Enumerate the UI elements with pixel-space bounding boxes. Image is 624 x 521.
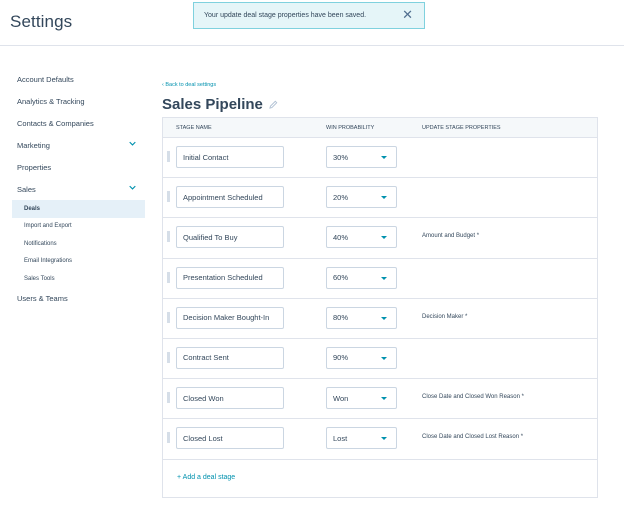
sidebar-item-properties[interactable]: Properties	[0, 156, 148, 178]
table-row: Initial Contact 30%	[163, 138, 597, 179]
sidebar-item-label: Sales	[17, 184, 36, 194]
sidebar-item-sales-tools[interactable]: Sales Tools	[0, 270, 148, 288]
header-divider	[0, 45, 624, 46]
caret-down-icon	[381, 236, 387, 240]
select-value: 30%	[333, 152, 349, 162]
sidebar-item-account-defaults[interactable]: Account Defaults	[0, 68, 148, 90]
column-header-update-properties: UPDATE STAGE PROPERTIES	[422, 125, 501, 131]
add-deal-stage-button[interactable]: + Add a deal stage	[177, 474, 235, 481]
caret-down-icon	[381, 156, 387, 159]
sidebar-item-users-teams[interactable]: Users & Teams	[0, 288, 148, 310]
select-value: Won	[333, 393, 349, 403]
drag-handle-icon[interactable]	[167, 432, 170, 444]
sidebar-item-label: Users & Teams	[17, 294, 68, 303]
pipeline-title: Sales Pipeline	[162, 95, 263, 113]
success-toast: Your update deal stage properties have b…	[193, 2, 425, 29]
sidebar-item-notifications[interactable]: Notifications	[0, 235, 148, 253]
stage-properties-link[interactable]: Decision Maker *	[422, 314, 467, 320]
win-probability-select[interactable]: 20%	[326, 186, 397, 209]
drag-handle-icon[interactable]	[167, 231, 170, 243]
caret-down-icon	[381, 276, 387, 280]
table-row: Presentation Scheduled 60%	[163, 259, 597, 299]
sidebar-item-label: Analytics & Tracking	[17, 96, 85, 106]
sidebar-item-contacts-companies[interactable]: Contacts & Companies	[0, 112, 148, 134]
table-row: Contract Sent 90%	[163, 339, 597, 380]
select-value: Lost	[333, 433, 348, 443]
stage-properties-link[interactable]: Close Date and Closed Won Reason *	[422, 394, 524, 400]
drag-handle-icon[interactable]	[167, 151, 170, 162]
back-to-deal-settings-link[interactable]: ‹ Back to deal settings	[162, 80, 598, 90]
sidebar-item-sales[interactable]: Sales	[0, 178, 148, 200]
add-stage-row: + Add a deal stage	[163, 460, 597, 498]
close-icon[interactable]: ✕	[402, 8, 413, 21]
chevron-down-icon	[129, 141, 136, 146]
sidebar-item-label: Account Defaults	[17, 74, 74, 84]
table-row: Qualified To Buy 40% Amount and Budget *	[163, 218, 597, 259]
sidebar-item-label: Deals	[24, 205, 41, 212]
table-row: Decision Maker Bought-In 80% Decision Ma…	[163, 299, 597, 339]
pipeline-title-row: Sales Pipeline	[162, 94, 598, 114]
drag-handle-icon[interactable]	[167, 392, 170, 404]
win-probability-select[interactable]: Won	[326, 387, 397, 410]
sidebar-item-marketing[interactable]: Marketing	[0, 134, 148, 156]
drag-handle-icon[interactable]	[167, 271, 170, 283]
caret-down-icon	[381, 196, 387, 200]
table-row: Closed Lost Lost Close Date and Closed L…	[163, 419, 597, 460]
select-value: 40%	[333, 232, 349, 242]
stage-properties-link[interactable]: Amount and Budget *	[422, 233, 479, 239]
sidebar-item-label: Notifications	[24, 240, 57, 247]
caret-down-icon	[381, 397, 387, 401]
toast-message: Your update deal stage properties have b…	[204, 12, 367, 19]
stage-name-input[interactable]: Presentation Scheduled	[176, 266, 284, 289]
select-value: 90%	[333, 353, 349, 363]
select-value: 80%	[333, 313, 349, 323]
drag-handle-icon[interactable]	[167, 311, 170, 323]
sidebar-item-analytics-tracking[interactable]: Analytics & Tracking	[0, 90, 148, 112]
table-row: Closed Won Won Close Date and Closed Won…	[163, 379, 597, 420]
stage-name-input[interactable]: Initial Contact	[176, 146, 284, 168]
select-value: 60%	[333, 273, 349, 283]
sidebar-item-deals[interactable]: Deals	[12, 200, 145, 218]
settings-sidebar: Account Defaults Analytics & Tracking Co…	[0, 68, 148, 310]
caret-down-icon	[381, 437, 387, 441]
stage-name-input[interactable]: Appointment Scheduled	[176, 186, 284, 209]
win-probability-select[interactable]: Lost	[326, 427, 397, 450]
sidebar-item-label: Marketing	[17, 140, 50, 150]
win-probability-select[interactable]: 40%	[326, 226, 397, 249]
table-header: STAGE NAME WIN PROBABILITY UPDATE STAGE …	[163, 118, 597, 138]
stage-name-input[interactable]: Closed Won	[176, 387, 284, 410]
select-value: 20%	[333, 192, 349, 202]
win-probability-select[interactable]: 60%	[326, 266, 397, 289]
stage-name-input[interactable]: Contract Sent	[176, 346, 284, 369]
chevron-down-icon	[129, 185, 136, 190]
caret-down-icon	[381, 356, 387, 360]
pencil-icon[interactable]	[269, 100, 278, 109]
sidebar-item-email-integrations[interactable]: Email Integrations	[0, 253, 148, 271]
sidebar-item-label: Import and Export	[24, 223, 72, 230]
column-header-win-probability: WIN PROBABILITY	[326, 125, 375, 131]
sidebar-item-label: Properties	[17, 162, 52, 172]
stages-table: STAGE NAME WIN PROBABILITY UPDATE STAGE …	[162, 117, 598, 498]
pipeline-panel: ‹ Back to deal settings Sales Pipeline S…	[162, 80, 598, 498]
stage-name-input[interactable]: Decision Maker Bought-In	[176, 306, 284, 329]
drag-handle-icon[interactable]	[167, 191, 170, 203]
sidebar-item-label: Sales Tools	[24, 275, 55, 282]
win-probability-select[interactable]: 80%	[326, 306, 397, 329]
sidebar-item-label: Email Integrations	[24, 258, 73, 265]
stage-name-input[interactable]: Qualified To Buy	[176, 226, 284, 249]
caret-down-icon	[381, 316, 387, 320]
column-header-stage-name: STAGE NAME	[176, 125, 212, 131]
table-row: Appointment Scheduled 20%	[163, 178, 597, 219]
drag-handle-icon[interactable]	[167, 351, 170, 363]
sidebar-item-label: Contacts & Companies	[17, 118, 94, 128]
page-title: Settings	[10, 12, 73, 31]
win-probability-select[interactable]: 30%	[326, 146, 397, 168]
sidebar-item-import-export[interactable]: Import and Export	[0, 218, 148, 236]
stage-properties-link[interactable]: Close Date and Closed Lost Reason *	[422, 434, 523, 440]
win-probability-select[interactable]: 90%	[326, 346, 397, 369]
stage-name-input[interactable]: Closed Lost	[176, 427, 284, 450]
